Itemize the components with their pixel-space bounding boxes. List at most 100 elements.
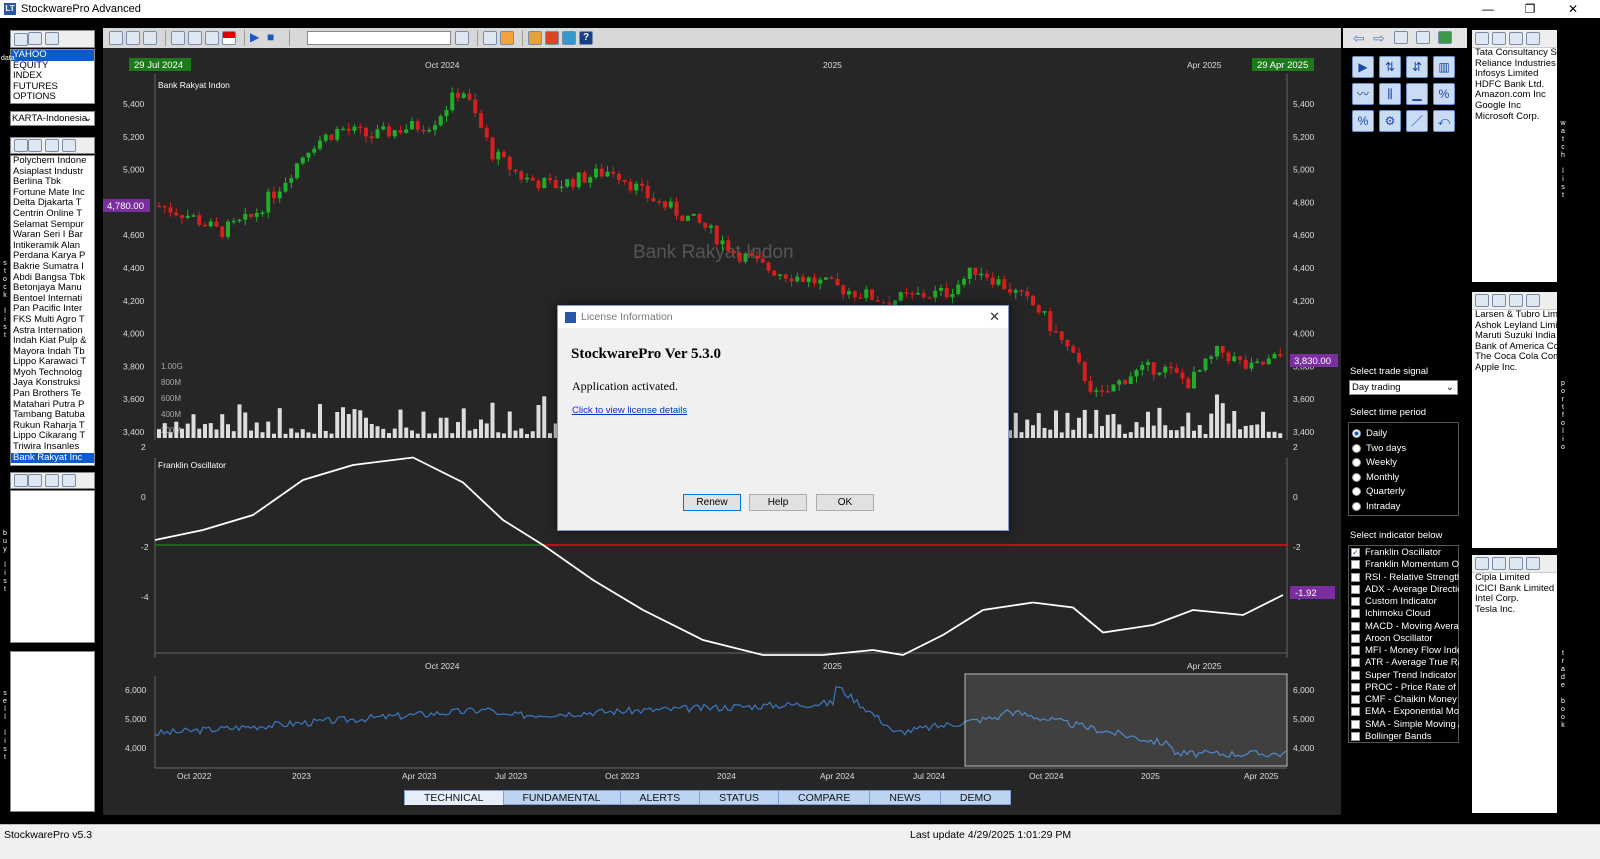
tab-technical[interactable]: TECHNICAL (404, 790, 504, 805)
watchlist-item[interactable]: Ashok Leyland Limite (1472, 321, 1557, 332)
indicator-item[interactable]: Ichimoku Cloud (1351, 608, 1459, 619)
maximize-button[interactable]: ❐ (1510, 0, 1550, 18)
tab-compare[interactable]: COMPARE (778, 790, 871, 805)
indicator-item[interactable]: PROC - Price Rate of Ch (1351, 682, 1459, 693)
source-item[interactable]: INDEX (11, 71, 94, 82)
stock-item[interactable]: Jaya Konstruksi (11, 378, 94, 389)
line-chart-icon[interactable]: 〰 (1352, 83, 1374, 105)
portfolio-list[interactable]: Larsen & Tubro Limit Ashok Leyland Limite… (1472, 292, 1557, 548)
percent-icon[interactable]: % (1433, 83, 1455, 105)
stop-icon[interactable]: ■ (267, 31, 281, 45)
watchlist-item[interactable]: Cipla Limited (1472, 573, 1557, 584)
indicator-item[interactable]: ✓ Franklin Oscillator (1351, 547, 1459, 558)
folder-open-icon[interactable] (28, 32, 42, 45)
tab-alerts[interactable]: ALERTS (619, 790, 701, 805)
trendline-icon[interactable]: ／ (1406, 110, 1428, 132)
flag-indonesia-icon[interactable] (222, 31, 236, 45)
period-monthly[interactable]: Monthly (1352, 472, 1399, 483)
watchlist-item[interactable]: Google Inc (1472, 101, 1557, 112)
back-arrow-icon[interactable]: ⇦ (1353, 30, 1365, 47)
navigator-range-selector[interactable] (964, 673, 1288, 767)
add-stock-icon[interactable] (14, 139, 28, 152)
stock-item[interactable]: Pan Pacific Inter (11, 304, 94, 315)
stock-item[interactable]: Myoh Technolog (11, 368, 94, 379)
indicator-item[interactable]: Franklin Momentum Osc (1351, 559, 1459, 570)
watchlist-item[interactable]: Maruti Suzuki India L (1472, 331, 1557, 342)
stock-item[interactable]: Lippo Cikarang T (11, 431, 94, 442)
stock-item[interactable]: Centrin Online T (11, 209, 94, 220)
remove-portfolio-icon[interactable] (1492, 294, 1506, 307)
save-list-icon[interactable] (45, 32, 59, 45)
stock-item[interactable]: Intikeramik Alan (11, 241, 94, 252)
tab-status[interactable]: STATUS (699, 790, 780, 805)
watchlist-item[interactable]: ICICI Bank Limited (1472, 584, 1557, 595)
sync-icon[interactable] (1438, 31, 1452, 44)
add-portfolio-icon[interactable] (1475, 294, 1489, 307)
source-item[interactable]: FUTURES (11, 82, 94, 93)
watch-list[interactable]: Tata Consultancy Se Reliance Industries L… (1472, 30, 1557, 282)
exchange-select[interactable]: KARTA-Indonesia ⌄ (10, 111, 95, 126)
stock-item[interactable]: Asiaplast Industr (11, 167, 94, 178)
stock-item[interactable]: Bank Rakyat Inc (11, 452, 94, 464)
add-trade-icon[interactable] (1475, 557, 1489, 570)
buy-list[interactable] (10, 490, 95, 643)
stock-item[interactable]: Matahari Putra P (11, 400, 94, 411)
stock-item[interactable]: Astra Internation (11, 326, 94, 337)
watchlist-item[interactable]: HDFC Bank Ltd. (1472, 80, 1557, 91)
add-watch-icon[interactable] (1475, 32, 1489, 45)
stock-item[interactable]: Mayora Indah Tb (11, 347, 94, 358)
stock-item[interactable]: Perdana Karya P (11, 251, 94, 262)
calendar-icon[interactable] (62, 138, 76, 152)
edit-buy-icon[interactable] (45, 473, 59, 487)
stock-item[interactable]: Indah Kiat Pulp & (11, 336, 94, 347)
stock-item[interactable]: Polychem Indone (11, 156, 94, 167)
watchlist-item[interactable]: Reliance Industries L (1472, 59, 1557, 70)
stock-item[interactable]: Tambang Batuba (11, 410, 94, 421)
forward-arrow-icon[interactable]: ⇨ (1373, 30, 1385, 47)
stock-item[interactable]: Rukun Raharja T (11, 421, 94, 432)
edit-trade-icon[interactable] (1509, 557, 1523, 570)
data-source-list[interactable]: YAHOO EQUITY INDEX FUTURES OPTIONS (10, 49, 95, 104)
minimize-button[interactable]: — (1468, 0, 1508, 18)
watchlist-item[interactable]: Infosys Limited (1472, 69, 1557, 80)
open-trade-icon[interactable] (1526, 557, 1540, 570)
print-icon[interactable] (143, 31, 157, 45)
search-icon[interactable] (455, 31, 469, 45)
ok-button[interactable]: OK (816, 494, 874, 511)
rss-icon[interactable] (500, 31, 514, 45)
delete-stock-icon[interactable] (28, 138, 42, 152)
twitter-icon[interactable] (562, 31, 576, 45)
close-window-button[interactable]: ✕ (1553, 0, 1593, 18)
volume-icon[interactable]: ▁ (1406, 83, 1428, 105)
watchlist-item[interactable]: Larsen & Tubro Limit (1472, 310, 1557, 321)
indicator-item[interactable]: CMF - Chaikin Money Fl (1351, 694, 1459, 705)
remove-trade-icon[interactable] (1492, 557, 1506, 570)
stock-item[interactable]: Betonjaya Manu (11, 283, 94, 294)
watchlist-item[interactable]: Apple Inc. (1472, 363, 1557, 374)
globe-icon[interactable] (483, 31, 497, 45)
close-icon[interactable]: ✕ (989, 309, 1000, 325)
indicator-item[interactable]: ATR - Average True Ra (1351, 657, 1459, 668)
clear-buy-icon[interactable] (62, 473, 76, 487)
play-icon[interactable]: ▶ (250, 31, 264, 45)
tab-news[interactable]: NEWS (869, 790, 941, 805)
license-details-link[interactable]: Click to view license details (572, 405, 687, 416)
sell-list[interactable] (10, 651, 95, 812)
open-portfolio-icon[interactable] (1526, 294, 1540, 307)
renew-button[interactable]: Renew (683, 494, 741, 511)
help-icon[interactable]: ? (579, 31, 593, 45)
watchlist-item[interactable]: Tata Consultancy Se (1472, 48, 1557, 59)
indicator-item[interactable]: RSI - Relative Strength (1351, 572, 1459, 583)
indicator-item[interactable]: Custom Indicator (1351, 596, 1459, 607)
layout-icon[interactable] (188, 31, 202, 45)
youtube-icon[interactable] (545, 31, 559, 45)
chart-icon[interactable] (205, 31, 219, 45)
add-buy-icon[interactable] (14, 474, 28, 487)
watchlist-item[interactable]: Bank of America Cor (1472, 342, 1557, 353)
open-watch-icon[interactable] (1526, 32, 1540, 45)
refresh-icon[interactable] (1394, 31, 1408, 44)
watchlist-item[interactable]: Tesla Inc. (1472, 605, 1557, 616)
indicator-item[interactable]: MFI - Money Flow Index (1351, 645, 1459, 656)
trade-book-list[interactable]: Cipla Limited ICICI Bank Limited Intel Cor… (1472, 555, 1557, 813)
indicator-item[interactable]: MACD - Moving Average (1351, 621, 1459, 632)
